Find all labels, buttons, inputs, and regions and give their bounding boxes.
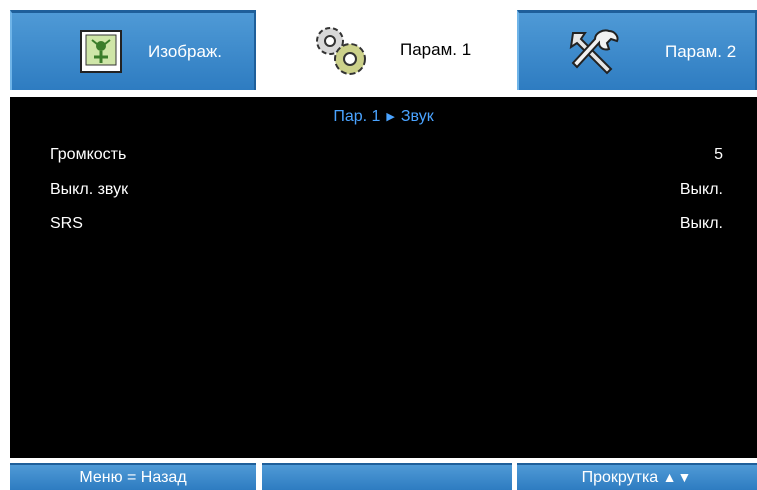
scroll-hint: Прокрутка ▲▼ — [517, 463, 757, 490]
back-hint: Меню = Назад — [10, 463, 256, 490]
up-down-arrows-icon: ▲▼ — [662, 469, 693, 485]
tab-params-2[interactable]: Парам. 2 — [517, 10, 757, 90]
menu-item-value: 5 — [714, 146, 723, 163]
menu-item-volume[interactable]: Громкость 5 — [10, 143, 757, 167]
tab-image-label: Изображ. — [148, 41, 223, 61]
menu-panel: Пар. 1 ▶ Звук Громкость 5 Выкл. звук Выкл.… — [10, 97, 757, 458]
tab-bar: Изображ. Парам. 1 Парам. 2 — [0, 0, 757, 97]
breadcrumb-parent: Пар. 1 — [333, 108, 381, 125]
menu-item-label: Громкость — [50, 146, 127, 163]
tools-icon — [569, 29, 619, 74]
breadcrumb-current: Звук — [400, 108, 434, 125]
tab-image[interactable]: Изображ. — [10, 10, 256, 90]
breadcrumb: Пар. 1 ▶ Звук — [10, 107, 757, 127]
tab-params-1-label: Парам. 1 — [400, 40, 472, 59]
footer-bar: Меню = Назад Прокрутка ▲▼ — [0, 458, 757, 490]
menu-item-value: Выкл. — [679, 215, 723, 232]
gears-icon — [316, 27, 366, 75]
menu-item-mute[interactable]: Выкл. звук Выкл. — [10, 178, 757, 202]
footer-middle — [262, 463, 512, 490]
tab-params-2-label: Парам. 2 — [665, 41, 737, 61]
image-settings-icon — [80, 29, 122, 73]
tab-params-1[interactable]: Парам. 1 — [262, 10, 512, 90]
menu-item-srs[interactable]: SRS Выкл. — [10, 212, 757, 236]
menu-item-value: Выкл. — [679, 181, 723, 198]
scroll-label: Прокрутка — [581, 469, 659, 486]
menu-item-label: Выкл. звук — [50, 181, 129, 198]
menu-item-label: SRS — [50, 215, 83, 232]
breadcrumb-arrow-icon: ▶ — [386, 111, 395, 123]
